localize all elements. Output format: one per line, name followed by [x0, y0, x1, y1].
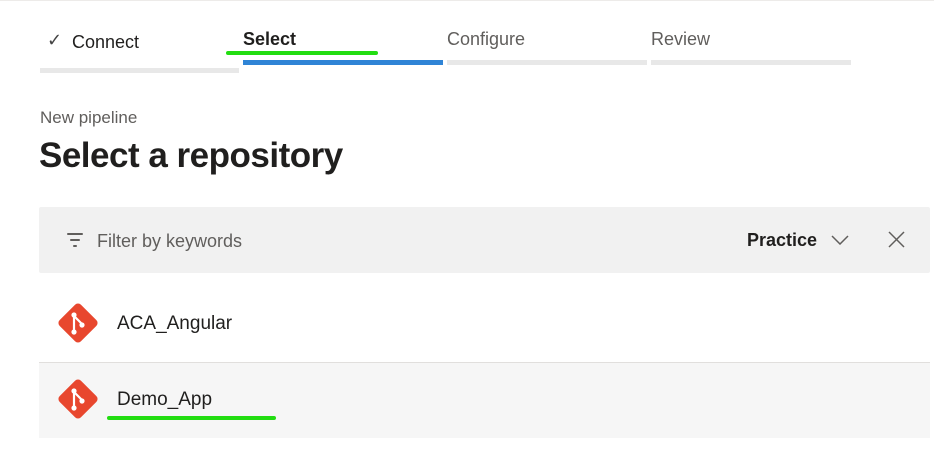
step-select-label: Select — [243, 29, 297, 49]
filter-icon — [67, 233, 83, 247]
step-configure-progress — [447, 60, 647, 65]
organization-label: Practice — [747, 229, 818, 250]
step-connect[interactable]: ✓ Connect — [40, 0, 240, 73]
step-review-label: Review — [651, 29, 711, 49]
check-icon: ✓ — [47, 30, 63, 50]
demo-app-highlight-underline — [107, 416, 276, 420]
repo-name: Demo_App — [117, 389, 213, 410]
step-select-progress — [243, 60, 443, 65]
page-title: Select a repository — [39, 136, 343, 175]
step-configure[interactable]: Configure — [447, 0, 647, 70]
repo-row-demo-app[interactable]: Demo_App — [39, 363, 930, 438]
step-connect-progress — [40, 68, 239, 73]
repo-row-aca-angular[interactable]: ACA_Angular — [39, 287, 930, 363]
close-icon[interactable] — [888, 231, 905, 248]
repo-name: ACA_Angular — [117, 313, 233, 334]
step-select[interactable]: Select — [243, 0, 443, 70]
select-highlight-underline — [226, 51, 378, 55]
chevron-down-icon — [831, 235, 849, 245]
step-configure-label: Configure — [447, 29, 526, 49]
step-review-progress — [651, 60, 851, 65]
step-connect-label: Connect — [72, 32, 140, 52]
breadcrumb: New pipeline — [40, 108, 138, 127]
filter-input[interactable] — [97, 229, 497, 253]
organization-dropdown[interactable]: Practice — [747, 227, 849, 253]
filter-bar: Practice — [39, 207, 930, 273]
git-repo-icon — [58, 303, 98, 343]
git-repo-icon — [58, 379, 98, 419]
step-review[interactable]: Review — [651, 0, 851, 70]
